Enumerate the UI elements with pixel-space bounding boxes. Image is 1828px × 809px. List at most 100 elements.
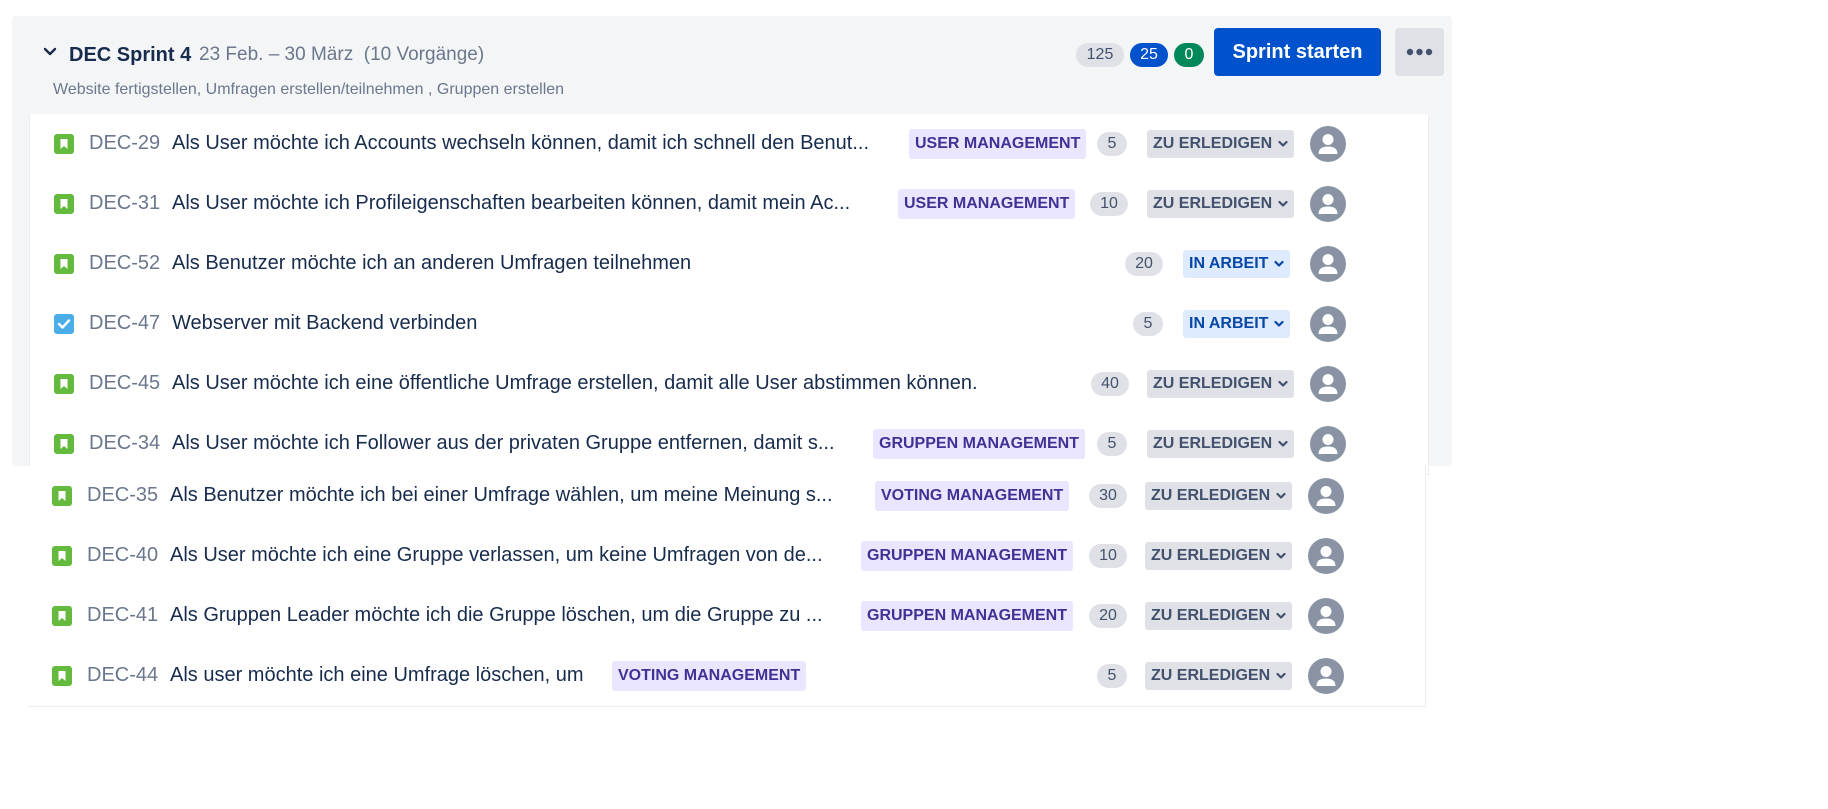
start-sprint-button[interactable]: Sprint starten xyxy=(1214,28,1381,76)
story-points-badge: 5 xyxy=(1097,664,1127,688)
status-dropdown[interactable]: ZU ERLEDIGEN xyxy=(1145,662,1293,690)
issue-summary: Als User möchte ich eine öffentliche Umf… xyxy=(172,372,978,394)
points-in-progress-badge: 25 xyxy=(1130,43,1168,67)
assignee-avatar-icon[interactable] xyxy=(1308,478,1344,514)
status-dropdown[interactable]: ZU ERLEDIGEN xyxy=(1145,482,1293,510)
issue-key[interactable]: DEC-52 xyxy=(89,252,160,275)
assignee-avatar-icon[interactable] xyxy=(1310,186,1346,222)
chevron-down-icon xyxy=(1276,552,1286,559)
issue-summary: Als User möchte ich eine Gruppe verlasse… xyxy=(170,544,823,566)
issue-key[interactable]: DEC-34 xyxy=(89,432,160,455)
chevron-down-icon xyxy=(1278,200,1288,207)
issue-summary: Als Benutzer möchte ich an anderen Umfra… xyxy=(172,252,692,274)
issue-summary: Als User möchte ich Follower aus der pri… xyxy=(172,432,835,454)
status-dropdown[interactable]: ZU ERLEDIGEN xyxy=(1147,130,1295,158)
story-points-badge: 10 xyxy=(1089,544,1127,568)
story-points-badge: 5 xyxy=(1133,312,1163,336)
story-points-badge: 20 xyxy=(1125,252,1163,276)
issue-summary: Als Gruppen Leader möchte ich die Gruppe… xyxy=(170,604,823,626)
status-dropdown[interactable]: IN ARBEIT xyxy=(1183,310,1291,338)
story-icon xyxy=(54,254,74,274)
issue-row[interactable]: DEC-40 Als User möchte ich eine Gruppe ve… xyxy=(28,526,1426,587)
assignee-avatar-icon[interactable] xyxy=(1310,126,1346,162)
more-horizontal-icon xyxy=(1406,48,1433,56)
issue-row[interactable]: DEC-31 Als User möchte ich Profileigensch… xyxy=(29,174,1429,235)
status-dropdown[interactable]: ZU ERLEDIGEN xyxy=(1147,430,1295,458)
status-dropdown[interactable]: ZU ERLEDIGEN xyxy=(1147,190,1295,218)
epic-label[interactable]: USER MANAGEMENT xyxy=(909,129,1087,159)
status-label: ZU ERLEDIGEN xyxy=(1151,667,1271,684)
issue-summary: Als User möchte ich Profileigenschaften … xyxy=(172,192,851,214)
status-dropdown[interactable]: IN ARBEIT xyxy=(1183,250,1291,278)
issue-key[interactable]: DEC-29 xyxy=(89,132,160,155)
sprint-header: DEC Sprint 4 23 Feb. – 30 März (10 Vorgä… xyxy=(12,16,1452,111)
status-dropdown[interactable]: ZU ERLEDIGEN xyxy=(1145,602,1293,630)
issue-summary: Als Benutzer möchte ich bei einer Umfrag… xyxy=(170,484,833,506)
epic-label[interactable]: GRUPPEN MANAGEMENT xyxy=(861,601,1074,631)
issue-key[interactable]: DEC-44 xyxy=(87,664,158,687)
story-points-badge: 30 xyxy=(1089,484,1127,508)
issue-summary: Als User möchte ich Accounts wechseln kö… xyxy=(172,132,870,154)
epic-label[interactable]: GRUPPEN MANAGEMENT xyxy=(873,429,1086,459)
status-label: ZU ERLEDIGEN xyxy=(1151,547,1271,564)
chevron-down-icon xyxy=(1276,672,1286,679)
assignee-avatar-icon[interactable] xyxy=(1310,426,1346,462)
chevron-down-icon xyxy=(1274,320,1285,327)
issue-key[interactable]: DEC-47 xyxy=(89,312,160,335)
more-actions-button[interactable] xyxy=(1395,28,1444,76)
sprint-goal: Website fertigstellen, Umfragen erstelle… xyxy=(53,81,565,98)
status-label: ZU ERLEDIGEN xyxy=(1153,195,1273,212)
chevron-down-icon xyxy=(1276,612,1286,619)
issue-row[interactable]: DEC-52 Als Benutzer möchte ich an anderen… xyxy=(29,234,1429,295)
issue-key[interactable]: DEC-31 xyxy=(89,192,160,215)
issue-key[interactable]: DEC-41 xyxy=(87,604,158,627)
status-label: ZU ERLEDIGEN xyxy=(1153,135,1273,152)
assignee-avatar-icon[interactable] xyxy=(1308,538,1344,574)
story-points-badge: 5 xyxy=(1097,132,1127,156)
story-icon xyxy=(54,194,74,214)
chevron-down-icon xyxy=(1276,492,1286,499)
issue-list: DEC-29 Als User möchte ich Accounts wechs… xyxy=(0,0,1828,809)
issue-row[interactable]: DEC-41 Als Gruppen Leader möchte ich die … xyxy=(28,586,1426,647)
assignee-avatar-icon[interactable] xyxy=(1310,366,1346,402)
status-dropdown[interactable]: ZU ERLEDIGEN xyxy=(1145,542,1293,570)
story-icon xyxy=(54,374,74,394)
issue-row[interactable]: DEC-29 Als User möchte ich Accounts wechs… xyxy=(29,114,1429,175)
epic-label[interactable]: USER MANAGEMENT xyxy=(898,189,1076,219)
chevron-down-icon[interactable] xyxy=(42,44,58,60)
issue-key[interactable]: DEC-35 xyxy=(87,484,158,507)
epic-label[interactable]: VOTING MANAGEMENT xyxy=(875,481,1070,511)
epic-label[interactable]: GRUPPEN MANAGEMENT xyxy=(861,541,1074,571)
assignee-avatar-icon[interactable] xyxy=(1310,306,1346,342)
story-points-badge: 5 xyxy=(1097,432,1127,456)
story-points-badge: 10 xyxy=(1090,192,1128,216)
status-label: ZU ERLEDIGEN xyxy=(1153,375,1273,392)
issue-summary: Als user möchte ich eine Umfrage löschen… xyxy=(170,664,584,686)
issue-row[interactable]: DEC-44 Als user möchte ich eine Umfrage l… xyxy=(28,646,1426,707)
assignee-avatar-icon[interactable] xyxy=(1308,658,1344,694)
status-label: IN ARBEIT xyxy=(1189,315,1269,332)
story-points-badge: 40 xyxy=(1091,372,1129,396)
assignee-avatar-icon[interactable] xyxy=(1308,598,1344,634)
issue-row[interactable]: DEC-47 Webserver mit Backend verbinden 5 IN… xyxy=(29,294,1429,355)
status-label: ZU ERLEDIGEN xyxy=(1153,435,1273,452)
issue-summary: Webserver mit Backend verbinden xyxy=(172,312,478,334)
epic-label[interactable]: VOTING MANAGEMENT xyxy=(612,661,807,691)
issue-row[interactable]: DEC-45 Als User möchte ich eine öffentlic… xyxy=(29,354,1429,415)
story-icon xyxy=(52,546,72,566)
status-label: IN ARBEIT xyxy=(1189,255,1269,272)
sprint-name: DEC Sprint 4 xyxy=(69,44,192,66)
chevron-down-icon xyxy=(1278,380,1288,387)
story-icon xyxy=(52,606,72,626)
issue-key[interactable]: DEC-45 xyxy=(89,372,160,395)
status-dropdown[interactable]: ZU ERLEDIGEN xyxy=(1147,370,1295,398)
issue-key[interactable]: DEC-40 xyxy=(87,544,158,567)
story-icon xyxy=(54,434,74,454)
points-todo-badge: 125 xyxy=(1076,43,1124,67)
assignee-avatar-icon[interactable] xyxy=(1310,246,1346,282)
issue-row[interactable]: DEC-35 Als Benutzer möchte ich bei einer … xyxy=(28,466,1426,527)
story-icon xyxy=(52,486,72,506)
status-label: ZU ERLEDIGEN xyxy=(1151,607,1271,624)
sprint-dates: 23 Feb. – 30 März (10 Vorgänge) xyxy=(199,44,485,65)
story-points-badge: 20 xyxy=(1089,604,1127,628)
